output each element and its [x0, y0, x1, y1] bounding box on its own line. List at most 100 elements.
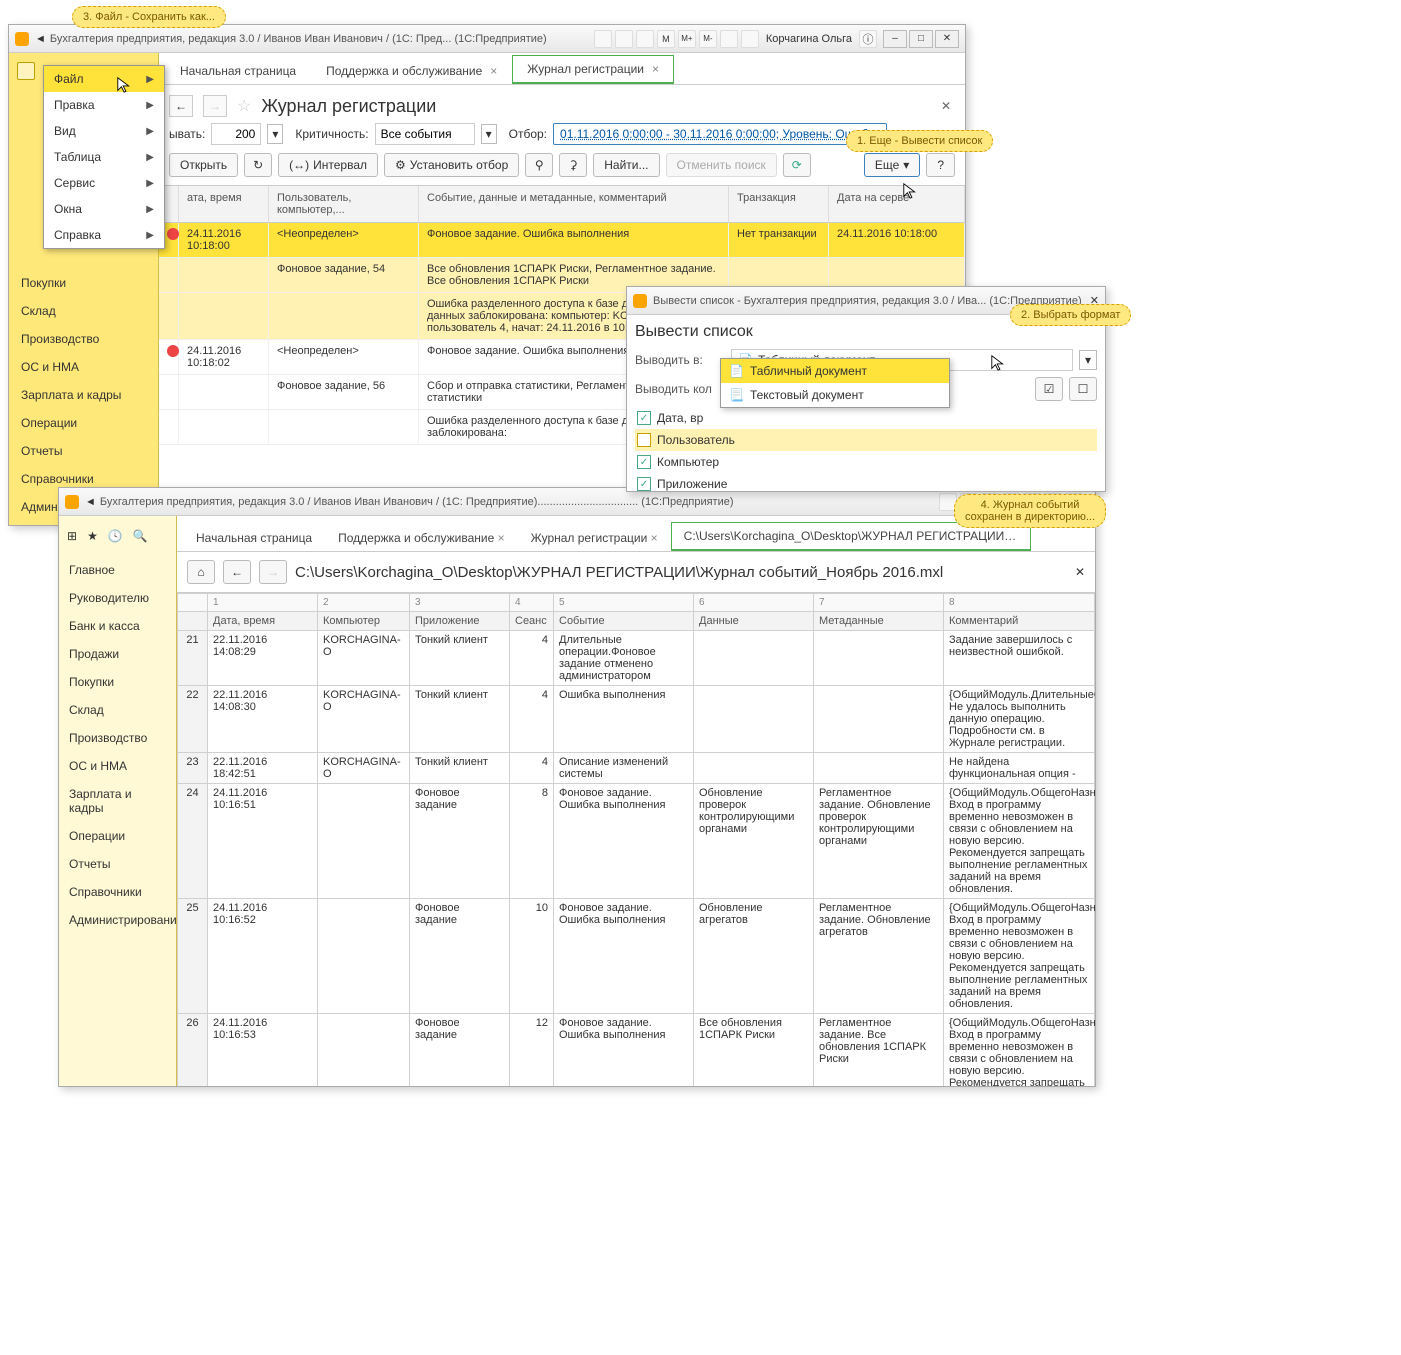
tool-info-icon[interactable]: ⓘ [859, 30, 877, 48]
close-button[interactable]: ✕ [935, 30, 959, 48]
col-srvdate[interactable]: Дата на серве [829, 186, 965, 222]
tool-m-icon[interactable]: M [657, 30, 675, 48]
tool-star-icon[interactable] [720, 30, 738, 48]
sidebar-item-operations[interactable]: Операции [9, 409, 158, 437]
tab-journal[interactable]: Журнал регистрации × [518, 524, 671, 551]
minimize-button[interactable]: – [883, 30, 907, 48]
col-date[interactable]: ата, время [179, 186, 269, 222]
check-date[interactable]: ✓Дата, вр [635, 407, 1097, 429]
col-data[interactable]: Данные [694, 612, 814, 631]
menu-file[interactable]: Файл▶ [44, 66, 164, 92]
dropdown-toggle[interactable]: ▾ [1079, 350, 1097, 370]
format-option-table[interactable]: 📄Табличный документ [721, 359, 949, 383]
check-all-icon[interactable]: ☑ [1035, 377, 1063, 401]
sidebar-item-reports[interactable]: Отчеты [9, 437, 158, 465]
tab-support[interactable]: Поддержка и обслуживание× [311, 57, 512, 84]
page-close-button[interactable]: ✕ [937, 95, 955, 117]
nav-back-button[interactable]: ← [223, 560, 251, 584]
close-icon[interactable]: × [652, 62, 659, 76]
menu-windows[interactable]: Окна▶ [44, 196, 164, 222]
close-icon[interactable]: × [498, 531, 505, 545]
nav-back-icon[interactable]: ◄ [85, 496, 96, 508]
page-close-button[interactable]: ✕ [1075, 565, 1085, 579]
sidebar-item-references[interactable]: Справочники [59, 878, 176, 906]
search-icon[interactable]: 🔍 [133, 529, 148, 543]
col-computer[interactable]: Компьютер [318, 612, 410, 631]
tab-journal[interactable]: Журнал регистрации× [512, 55, 674, 84]
crit-select[interactable] [375, 123, 475, 145]
menu-table[interactable]: Таблица▶ [44, 144, 164, 170]
filter-by-icon[interactable]: ⚲ [525, 153, 553, 177]
sidebar-item-bank[interactable]: Банк и касса [59, 612, 176, 640]
find-button[interactable]: Найти... [593, 153, 659, 177]
stepper-button[interactable]: ▾ [267, 124, 283, 144]
uncheck-all-icon[interactable]: ☐ [1069, 377, 1097, 401]
table-row[interactable]: 2524.11.2016 10:16:52Фоновое задание10Фо… [178, 899, 1095, 1014]
menu-help[interactable]: Справка▶ [44, 222, 164, 248]
table-row[interactable]: 2424.11.2016 10:16:51Фоновое задание8Фон… [178, 784, 1095, 899]
tab-start[interactable]: Начальная страница [165, 57, 311, 84]
check-computer[interactable]: ✓Компьютер [635, 451, 1097, 473]
table-row[interactable]: 2122.11.2016 14:08:29KORCHAGINA-OТонкий … [178, 631, 1095, 686]
tool-search-icon[interactable] [636, 30, 654, 48]
tool-print-icon[interactable] [615, 30, 633, 48]
menu-edit[interactable]: Правка▶ [44, 92, 164, 118]
star-icon[interactable]: ★ [87, 529, 98, 543]
sidebar-item-assets[interactable]: ОС и НМА [59, 752, 176, 780]
nav-back-button[interactable]: ← [169, 95, 193, 117]
sidebar-item-operations[interactable]: Операции [59, 822, 176, 850]
sidebar-item-production[interactable]: Производство [9, 325, 158, 353]
filter-link[interactable]: 01.11.2016 0:00:00 - 30.11.2016 0:00:00;… [553, 123, 887, 145]
nav-fwd-button[interactable]: → [259, 560, 287, 584]
col-user[interactable]: Пользователь, компьютер,... [269, 186, 419, 222]
nav-fwd-button[interactable]: → [203, 95, 227, 117]
refresh-icon[interactable]: ↻ [244, 153, 272, 177]
set-filter-button[interactable]: ⚙ Установить отбор [384, 153, 519, 177]
col-event[interactable]: Событие, данные и метаданные, комментари… [419, 186, 729, 222]
col-datetime[interactable]: Дата, время [208, 612, 318, 631]
sidebar-item-admin[interactable]: Администрирование [59, 906, 176, 934]
close-icon[interactable]: × [651, 531, 658, 545]
col-session[interactable]: Сеанс [510, 612, 554, 631]
sidebar-menu-icon[interactable] [17, 62, 35, 80]
sidebar-item-main[interactable]: Главное [59, 556, 176, 584]
sidebar-item-assets[interactable]: ОС и НМА [9, 353, 158, 381]
more-button[interactable]: Еще ▾ [864, 153, 920, 177]
sidebar-item-purchases[interactable]: Покупки [9, 269, 158, 297]
apps-icon[interactable]: ⊞ [67, 529, 77, 543]
maximize-button[interactable]: □ [909, 30, 933, 48]
sidebar-item-production[interactable]: Производство [59, 724, 176, 752]
nav-back-icon[interactable]: ◄ [35, 33, 46, 45]
col-event[interactable]: Событие [554, 612, 694, 631]
crit-dropdown-icon[interactable]: ▾ [481, 124, 497, 144]
open-button[interactable]: Открыть [169, 153, 238, 177]
sidebar-item-payroll[interactable]: Зарплата и кадры [9, 381, 158, 409]
tab-start[interactable]: Начальная страница [183, 524, 325, 551]
sidebar-item-reports[interactable]: Отчеты [59, 850, 176, 878]
home-button[interactable]: ⌂ [187, 560, 215, 584]
tool-mplus-icon[interactable]: M+ [678, 30, 696, 48]
help-button[interactable]: ? [926, 153, 955, 177]
check-app[interactable]: ✓Приложение [635, 473, 1097, 495]
col-meta[interactable]: Метаданные [814, 612, 944, 631]
spreadsheet[interactable]: 12345678 Дата, время Компьютер Приложени… [177, 592, 1095, 1086]
sidebar-item-payroll[interactable]: Зарплата и кадры [59, 780, 176, 822]
sidebar-item-warehouse[interactable]: Склад [59, 696, 176, 724]
menu-service[interactable]: Сервис▶ [44, 170, 164, 196]
show-count-input[interactable] [211, 123, 261, 145]
history-icon[interactable]: 🕓 [108, 529, 123, 543]
favorite-icon[interactable]: ☆ [237, 96, 251, 116]
sidebar-item-sales[interactable]: Продажи [59, 640, 176, 668]
check-user[interactable]: Пользователь [635, 429, 1097, 451]
tool-avatar-icon[interactable] [741, 30, 759, 48]
tool-mminus-icon[interactable]: M- [699, 30, 717, 48]
sidebar-item-manager[interactable]: Руководителю [59, 584, 176, 612]
clear-filter-icon[interactable]: ⚳ [559, 153, 587, 177]
table-row[interactable]: 2222.11.2016 14:08:30KORCHAGINA-OТонкий … [178, 686, 1095, 753]
sidebar-item-warehouse[interactable]: Склад [9, 297, 158, 325]
col-comment[interactable]: Комментарий [944, 612, 1095, 631]
sidebar-item-purchases[interactable]: Покупки [59, 668, 176, 696]
col-app[interactable]: Приложение [410, 612, 510, 631]
reload-icon[interactable]: ⟳ [783, 153, 811, 177]
table-row[interactable]: 2322.11.2016 18:42:51KORCHAGINA-OТонкий … [178, 753, 1095, 784]
